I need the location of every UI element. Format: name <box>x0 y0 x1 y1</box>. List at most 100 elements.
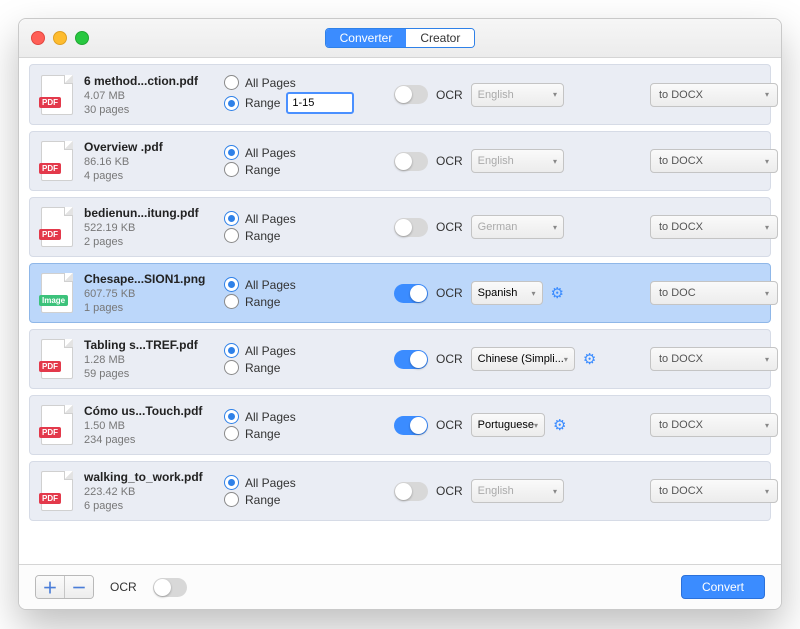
gear-icon[interactable]: ⚙ <box>553 416 566 434</box>
file-size: 86.16 KB <box>84 156 214 168</box>
file-row[interactable]: PDF6 method...ction.pdf4.07 MB30 pagesAl… <box>29 64 771 125</box>
page-selection: All Pages Range <box>224 341 384 377</box>
pdf-badge-icon: PDF <box>39 163 61 174</box>
file-thumbnail: PDF <box>40 339 74 379</box>
range-label: Range <box>245 163 280 177</box>
range-radio[interactable] <box>224 492 239 507</box>
all-pages-radio[interactable] <box>224 145 239 160</box>
language-select[interactable]: Spanish▾ <box>471 281 543 305</box>
chevron-down-icon: ▾ <box>553 90 557 99</box>
file-row[interactable]: PDFbedienun...itung.pdf522.19 KB2 pagesA… <box>29 197 771 257</box>
all-pages-label: All Pages <box>245 344 296 358</box>
file-row[interactable]: ImageChesape...SION1.png607.75 KB1 pages… <box>29 263 771 323</box>
page-selection: All PagesRange <box>224 73 384 116</box>
ocr-toggle[interactable] <box>394 416 428 435</box>
range-radio[interactable] <box>224 228 239 243</box>
ocr-toggle[interactable] <box>394 152 428 171</box>
all-pages-radio[interactable] <box>224 211 239 226</box>
ocr-controls: OCRChinese (Simpli...▾⚙ <box>394 347 564 371</box>
format-column: to DOCX▾ <box>650 83 760 107</box>
format-column: to DOCX▾ <box>650 413 760 437</box>
all-pages-radio[interactable] <box>224 409 239 424</box>
file-pages: 59 pages <box>84 368 214 380</box>
pdf-badge-icon: PDF <box>39 493 61 504</box>
language-select[interactable]: English▾ <box>471 479 564 503</box>
all-pages-radio[interactable] <box>224 343 239 358</box>
chevron-down-icon: ▾ <box>765 223 769 232</box>
language-select[interactable]: Portuguese▾ <box>471 413 545 437</box>
file-name: Chesape...SION1.png <box>84 272 214 286</box>
ocr-toggle[interactable] <box>394 284 428 303</box>
file-name: Tabling s...TREF.pdf <box>84 338 214 352</box>
range-radio[interactable] <box>224 96 239 111</box>
range-radio[interactable] <box>224 426 239 441</box>
format-select[interactable]: to DOCX▾ <box>650 149 778 173</box>
file-thumbnail: Image <box>40 273 74 313</box>
ocr-toggle[interactable] <box>394 350 428 369</box>
file-row[interactable]: PDFCómo us...Touch.pdf1.50 MB234 pagesAl… <box>29 395 771 455</box>
language-select[interactable]: English▾ <box>471 149 564 173</box>
format-select[interactable]: to DOCX▾ <box>650 215 778 239</box>
add-button[interactable]: ＋ <box>36 576 64 598</box>
mode-segmented-control[interactable]: Converter Creator <box>325 28 476 48</box>
all-pages-radio[interactable] <box>224 75 239 90</box>
file-row[interactable]: PDFTabling s...TREF.pdf1.28 MB59 pagesAl… <box>29 329 771 389</box>
convert-button[interactable]: Convert <box>681 575 765 599</box>
gear-icon[interactable]: ⚙ <box>551 284 564 302</box>
chevron-down-icon: ▾ <box>765 90 769 99</box>
file-pages: 2 pages <box>84 236 214 248</box>
file-pages: 234 pages <box>84 434 214 446</box>
format-select[interactable]: to DOC▾ <box>650 281 778 305</box>
minimize-icon[interactable] <box>53 31 67 45</box>
ocr-toggle[interactable] <box>394 85 428 104</box>
range-radio[interactable] <box>224 294 239 309</box>
format-select[interactable]: to DOCX▾ <box>650 347 778 371</box>
range-label: Range <box>245 427 280 441</box>
ocr-toggle[interactable] <box>394 482 428 501</box>
format-value: to DOCX <box>659 353 703 365</box>
file-row[interactable]: PDFwalking_to_work.pdf223.42 KB6 pagesAl… <box>29 461 771 521</box>
zoom-icon[interactable] <box>75 31 89 45</box>
page-selection: All PagesRange <box>224 143 384 179</box>
format-column: to DOCX▾ <box>650 479 760 503</box>
ocr-controls: OCREnglish▾ <box>394 149 564 173</box>
file-pages: 6 pages <box>84 500 214 512</box>
chevron-down-icon: ▾ <box>532 289 536 298</box>
format-select[interactable]: to DOCX▾ <box>650 83 778 107</box>
range-label: Range <box>245 361 280 375</box>
range-input[interactable] <box>286 92 354 114</box>
file-pages: 30 pages <box>84 104 214 116</box>
file-list: PDF 6 method...ction.pdf4.07 MB30 pages Al… <box>19 58 781 564</box>
format-select[interactable]: to DOCX▾ <box>650 479 778 503</box>
language-value: English <box>478 485 514 497</box>
ocr-toggle[interactable] <box>394 218 428 237</box>
range-label: Range <box>245 229 280 243</box>
tab-converter[interactable]: Converter <box>326 29 407 47</box>
global-ocr-label: OCR <box>110 580 137 594</box>
all-pages-radio[interactable] <box>224 475 239 490</box>
gear-icon[interactable]: ⚙ <box>583 350 596 368</box>
ocr-label: OCR <box>436 286 463 300</box>
global-ocr-toggle[interactable] <box>153 578 187 597</box>
chevron-down-icon: ▾ <box>765 157 769 166</box>
range-radio[interactable] <box>224 162 239 177</box>
language-select[interactable]: German▾ <box>471 215 564 239</box>
language-select[interactable]: Chinese (Simpli...▾ <box>471 347 575 371</box>
all-pages-label: All Pages <box>245 212 296 226</box>
file-meta: 6 method...ction.pdf4.07 MB30 pages <box>84 74 214 116</box>
file-size: 607.75 KB <box>84 288 214 300</box>
ocr-label: OCR <box>436 418 463 432</box>
all-pages-radio[interactable] <box>224 277 239 292</box>
format-select[interactable]: to DOCX▾ <box>650 413 778 437</box>
file-row[interactable]: PDFOverview .pdf86.16 KB4 pagesAll Pages… <box>29 131 771 191</box>
file-thumbnail: PDF <box>40 405 74 445</box>
tab-creator[interactable]: Creator <box>406 29 474 47</box>
footer: ＋ － OCR Convert <box>19 564 781 609</box>
file-size: 522.19 KB <box>84 222 214 234</box>
remove-button[interactable]: － <box>64 576 93 598</box>
close-icon[interactable] <box>31 31 45 45</box>
range-radio[interactable] <box>224 360 239 375</box>
language-value: Portuguese <box>478 419 534 431</box>
ocr-label: OCR <box>436 484 463 498</box>
language-select[interactable]: English▾ <box>471 83 564 107</box>
